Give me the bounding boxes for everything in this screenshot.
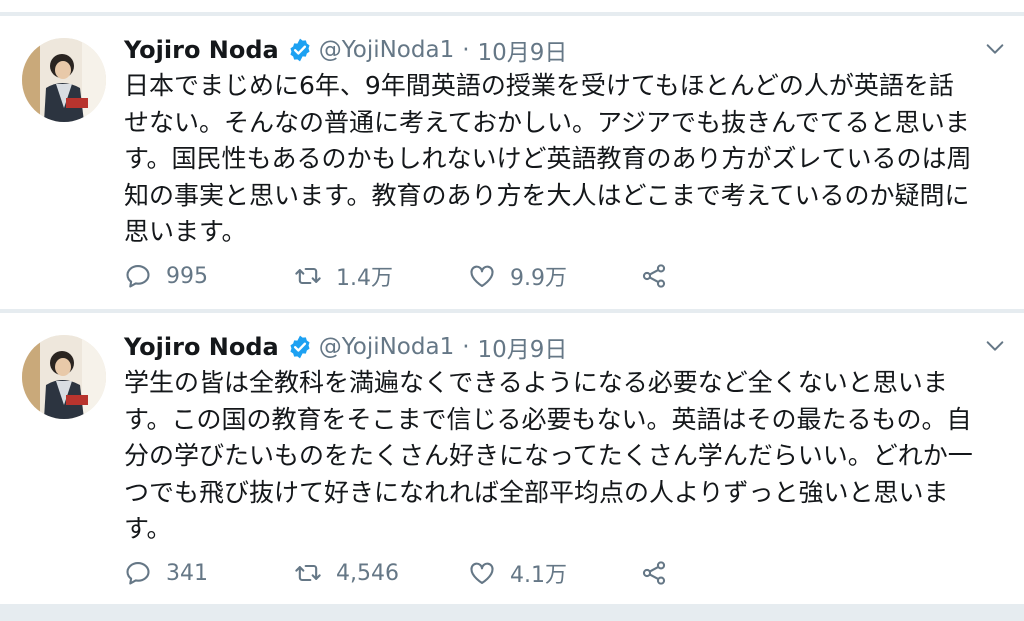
tweet-text-line: 分の学びたいものをたくさん好きになってたくさん学んだらいい。どれか一 xyxy=(124,441,973,470)
reply-count: 995 xyxy=(166,263,208,289)
tweet-actions: 341 4,546 4.1万 xyxy=(124,555,724,591)
verified-badge-icon xyxy=(290,335,310,359)
display-name[interactable]: Yojiro Noda xyxy=(124,36,279,64)
like-button[interactable]: 9.9万 xyxy=(468,258,567,294)
retweet-count: 1.4万 xyxy=(336,266,393,291)
avatar[interactable] xyxy=(22,38,106,122)
tweet-header: Yojiro Noda @YojiNoda1 · 10月9日 xyxy=(124,327,567,367)
retweet-icon xyxy=(295,267,321,285)
tweet-text-line: す。国民性もあるのかもしれないけど英語教育のあり方がズレているのは周 xyxy=(124,144,972,173)
avatar-photo xyxy=(22,38,106,122)
retweet-button[interactable]: 4,546 xyxy=(294,555,399,591)
like-button[interactable]: 4.1万 xyxy=(468,555,567,591)
reply-bubble-icon xyxy=(126,562,150,585)
handle[interactable]: @YojiNoda1 xyxy=(319,37,454,63)
heart-icon xyxy=(470,265,494,287)
display-name[interactable]: Yojiro Noda xyxy=(124,333,279,361)
tweet-date[interactable]: 10月9日 xyxy=(478,330,568,364)
reply-button[interactable]: 341 xyxy=(124,555,208,591)
share-button[interactable] xyxy=(640,555,668,591)
tweet-text-line: 学生の皆は全教科を満遍なくできるようになる必要など全くないと思いま xyxy=(124,368,948,397)
retweet-count: 4,546 xyxy=(336,560,399,586)
heart-icon xyxy=(470,562,494,584)
verified-badge-icon xyxy=(290,38,310,62)
tweet-actions: 995 1.4万 9.9万 xyxy=(124,258,724,294)
tweet-date[interactable]: 10月9日 xyxy=(478,33,568,67)
retweet-icon xyxy=(295,564,321,582)
like-count: 9.9万 xyxy=(510,266,567,291)
tweet-text: 日本でまじめに6年、9年間英語の授業を受けてもほとんどの人が英語を話 せない。そ… xyxy=(124,68,1004,251)
timeline: Yojiro Noda @YojiNoda1 · 10月9日 日本でまじめに6年… xyxy=(0,0,1024,621)
tweet-card[interactable]: Yojiro Noda @YojiNoda1 · 10月9日 学生の皆は全教科を… xyxy=(0,313,1024,604)
tweet-text-line: 思います。 xyxy=(124,217,247,246)
like-count: 4.1万 xyxy=(510,563,567,588)
tweet-text-line: つでも飛び抜けて好きになれれば全部平均点の人よりずっと強いと思いま xyxy=(124,477,949,507)
handle[interactable]: @YojiNoda1 xyxy=(319,334,454,360)
share-icon xyxy=(642,561,666,585)
avatar-photo xyxy=(22,335,106,419)
top-strip xyxy=(0,0,1024,12)
tweet-text-line: 知の事実と思います。教育のあり方を大人はどこまで考えているのか疑問に xyxy=(124,180,970,210)
chevron-down-icon[interactable] xyxy=(984,335,1006,357)
tweet-card[interactable]: Yojiro Noda @YojiNoda1 · 10月9日 日本でまじめに6年… xyxy=(0,16,1024,309)
retweet-button[interactable]: 1.4万 xyxy=(294,258,393,294)
separator-dot: · xyxy=(462,37,470,63)
chevron-down-icon[interactable] xyxy=(984,38,1006,60)
tweet-text: 学生の皆は全教科を満遍なくできるようになる必要など全くないと思いま す。この国の… xyxy=(124,365,1004,548)
tweet-text-line: す。 xyxy=(124,514,172,543)
share-button[interactable] xyxy=(640,258,668,294)
separator-dot: · xyxy=(462,334,470,360)
tweet-text-line: せない。そんなの普通に考えておかしい。アジアでも抜きんでてると思いま xyxy=(124,107,970,137)
reply-count: 341 xyxy=(166,560,208,586)
avatar[interactable] xyxy=(22,335,106,419)
tweet-header: Yojiro Noda @YojiNoda1 · 10月9日 xyxy=(124,30,567,70)
reply-button[interactable]: 995 xyxy=(124,258,208,294)
reply-bubble-icon xyxy=(126,265,150,288)
tweet-text-line: す。この国の教育をそこまで信じる必要もない。英語はその最たるもの。自 xyxy=(124,404,972,434)
share-icon xyxy=(642,264,666,288)
tweet-text-line: 日本でまじめに6年、9年間英語の授業を受けてもほとんどの人が英語を話 xyxy=(124,71,954,100)
